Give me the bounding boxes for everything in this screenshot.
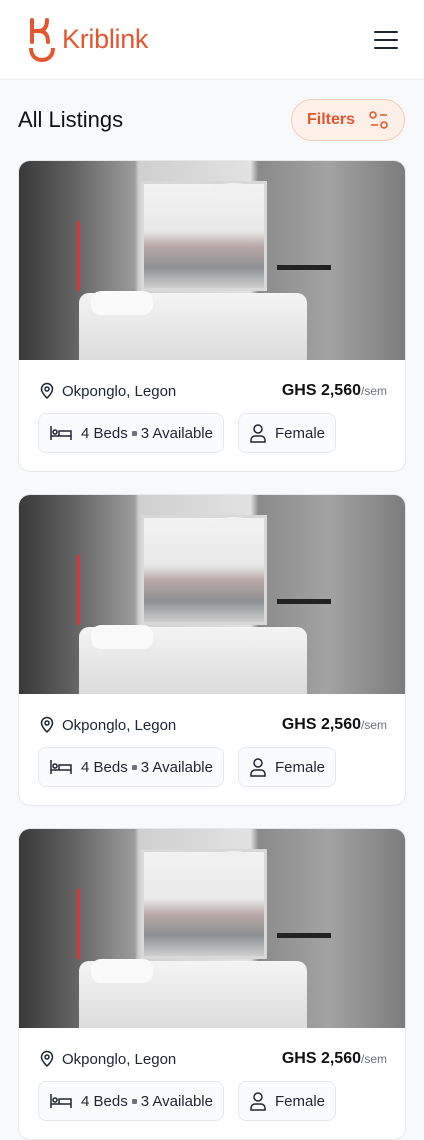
listing-card[interactable]: Okponglo, Legon GHS 2,560/sem 4 Beds 3 Av… <box>18 828 406 1140</box>
listing-price: GHS 2,560/sem <box>281 382 387 399</box>
gender-chip: Female <box>238 413 337 453</box>
beds-count: 4 Beds <box>81 424 128 442</box>
user-icon <box>250 758 266 777</box>
bed-icon <box>50 760 72 774</box>
user-icon <box>250 424 266 443</box>
listing-price: GHS 2,560/sem <box>281 1050 387 1067</box>
brand-name: Kriblink <box>62 24 149 54</box>
location-pin-icon <box>40 1050 54 1068</box>
listing-card[interactable]: Okponglo, Legon GHS 2,560/sem 4 Beds 3 Av… <box>18 160 406 472</box>
gender-chip: Female <box>238 747 337 787</box>
user-icon <box>250 1092 266 1111</box>
beds-chip: 4 Beds 3 Available <box>38 747 224 787</box>
kriblink-logo-icon <box>29 17 55 62</box>
location-pin-icon <box>40 716 54 734</box>
price-period: /sem <box>360 1052 387 1066</box>
listing-photo[interactable] <box>19 495 405 694</box>
hamburger-menu-button[interactable] <box>374 30 398 49</box>
beds-count: 4 Beds <box>81 758 128 776</box>
beds-available: 3 Available <box>140 424 213 442</box>
gender-label: Female <box>275 1092 326 1110</box>
gender-label: Female <box>275 758 326 776</box>
bed-icon <box>50 1094 72 1108</box>
listing-photo[interactable] <box>19 829 405 1028</box>
app-header: Kriblink <box>0 0 424 80</box>
sliders-icon <box>369 111 388 129</box>
listing-location: Okponglo, Legon <box>62 716 177 734</box>
gender-label: Female <box>275 424 326 442</box>
location-pin-icon <box>40 382 54 400</box>
listing-card[interactable]: Okponglo, Legon GHS 2,560/sem 4 Beds 3 Av… <box>18 494 406 806</box>
listing-location: Okponglo, Legon <box>62 382 177 400</box>
beds-chip: 4 Beds 3 Available <box>38 413 224 453</box>
price-period: /sem <box>360 384 387 398</box>
beds-available: 3 Available <box>140 758 213 776</box>
listing-price: GHS 2,560/sem <box>281 716 387 733</box>
bed-icon <box>50 426 72 440</box>
beds-chip: 4 Beds 3 Available <box>38 1081 224 1121</box>
beds-available: 3 Available <box>140 1092 213 1110</box>
brand-logo[interactable]: Kriblink <box>28 17 149 62</box>
price-period: /sem <box>360 718 387 732</box>
filters-button[interactable]: Filters <box>291 99 405 141</box>
gender-chip: Female <box>238 1081 337 1121</box>
page-title: All Listings <box>18 107 124 132</box>
beds-count: 4 Beds <box>81 1092 128 1110</box>
listing-photo[interactable] <box>19 161 405 360</box>
filters-label: Filters <box>306 111 355 128</box>
listing-location: Okponglo, Legon <box>62 1050 177 1068</box>
